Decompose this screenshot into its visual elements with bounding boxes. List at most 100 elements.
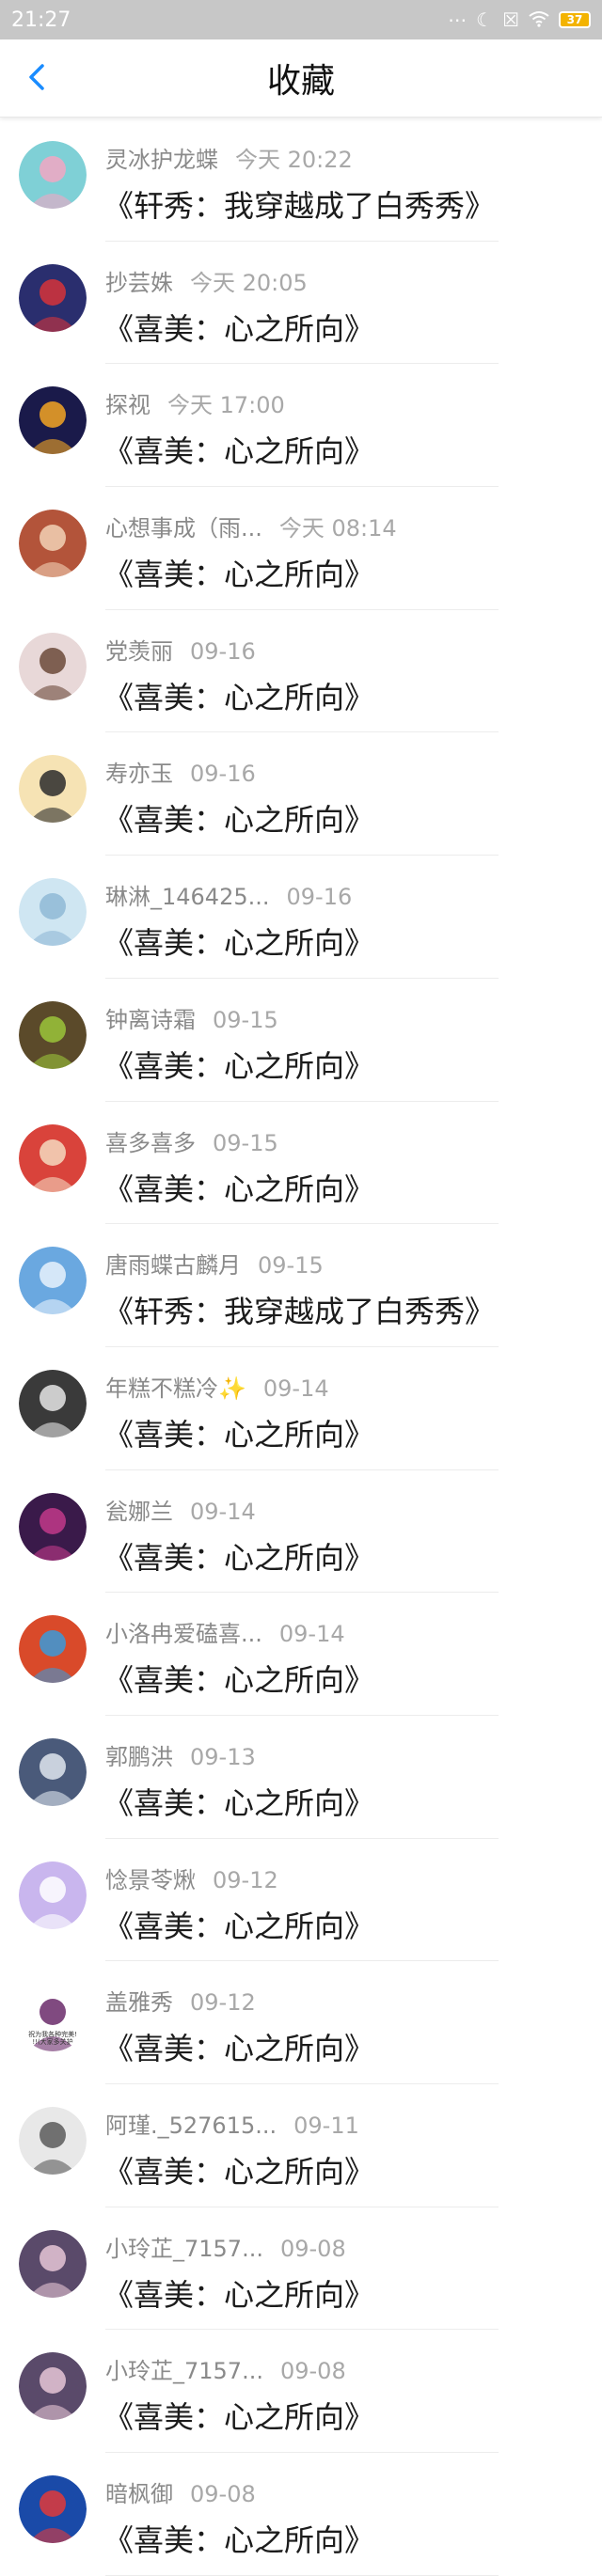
item-meta: 小玲芷_7157... 09-08 [105,2230,346,2263]
book-title[interactable]: 《喜美：心之所向》 [103,2517,374,2560]
user-name[interactable]: 党羡丽 [105,633,173,666]
timestamp: 09-16 [190,637,256,665]
user-name[interactable]: 唐雨蝶古麟月 [105,1247,241,1280]
book-title[interactable]: 《喜美：心之所向》 [103,2148,374,2191]
avatar[interactable] [19,2229,87,2298]
list-item[interactable]: 祝为我各种完美! !!(大家多关护 盖雅秀 09-12 《喜美：心之所向》 [0,1961,602,2084]
avatar[interactable] [19,1615,87,1684]
back-button[interactable] [17,56,58,98]
user-name[interactable]: 盖雅秀 [105,1984,173,2017]
avatar[interactable] [19,1492,87,1561]
user-name[interactable]: 郭鹏洪 [105,1738,173,1771]
book-title[interactable]: 《喜美：心之所向》 [103,306,374,349]
book-title[interactable]: 《喜美：心之所向》 [103,796,374,840]
user-name[interactable]: 惗景苓煍 [105,1861,196,1894]
user-name[interactable]: 暗枫御 [105,2475,173,2508]
list-item[interactable]: 唐雨蝶古麟月 09-15 《轩秀：我穿越成了白秀秀》 [0,1224,602,1347]
timestamp: 09-15 [213,1006,278,1033]
list-item[interactable]: 惗景苓煍 09-12 《喜美：心之所向》 [0,1839,602,1962]
book-title[interactable]: 《喜美：心之所向》 [103,2271,374,2315]
book-title[interactable]: 《喜美：心之所向》 [103,1534,374,1578]
timestamp: 09-14 [262,1374,329,1402]
list-item[interactable]: 灵冰护龙蝶 今天 20:22 《轩秀：我穿越成了白秀秀》 [0,118,602,242]
list-item[interactable]: 寿亦玉 09-16 《喜美：心之所向》 [0,732,602,856]
user-name[interactable]: 钟离诗霜 [105,1001,196,1034]
book-title[interactable]: 《喜美：心之所向》 [103,1780,374,1823]
book-title[interactable]: 《喜美：心之所向》 [103,1166,374,1209]
timestamp: 09-11 [293,2113,359,2139]
user-name[interactable]: 瓮娜兰 [105,1493,173,1526]
list-item[interactable]: 暗枫御 09-08 《喜美：心之所向》 [0,2453,602,2576]
list-item[interactable]: 小玲芷_7157... 09-08 《喜美：心之所向》 [0,2330,602,2454]
item-meta: 暗枫御 09-08 [105,2475,256,2508]
user-name[interactable]: 抄芸姝 [105,264,173,297]
book-title[interactable]: 《喜美：心之所向》 [103,1411,374,1454]
avatar[interactable] [19,632,87,700]
avatar[interactable] [19,755,87,824]
book-title[interactable]: 《喜美：心之所向》 [103,674,374,717]
list-item[interactable]: 抄芸姝 今天 20:05 《喜美：心之所向》 [0,242,602,365]
book-title[interactable]: 《喜美：心之所向》 [103,428,374,471]
battery-icon: 37 [559,11,591,28]
user-name[interactable]: 喜多喜多 [105,1124,196,1157]
avatar[interactable] [19,1861,87,1929]
avatar[interactable] [19,878,87,947]
book-title[interactable]: 《喜美：心之所向》 [103,1903,374,1946]
user-name[interactable]: 探视 [105,386,150,419]
list-item[interactable]: 心想事成（雨... 今天 08:14 《喜美：心之所向》 [0,487,602,610]
list-item[interactable]: 党羡丽 09-16 《喜美：心之所向》 [0,610,602,733]
timestamp: 09-13 [190,1743,256,1770]
avatar[interactable] [19,2475,87,2544]
user-name[interactable]: 年糕不糕冷✨ [105,1370,246,1403]
avatar[interactable] [19,2352,87,2421]
user-name[interactable]: 灵冰护龙蝶 [105,141,218,174]
avatar[interactable] [19,141,87,209]
avatar[interactable] [19,263,87,332]
user-name[interactable]: 小玲芷_7157... [105,2352,263,2385]
list-item[interactable]: 小玲芷_7157... 09-08 《喜美：心之所向》 [0,2207,602,2331]
list-item[interactable]: 探视 今天 17:00 《喜美：心之所向》 [0,364,602,488]
item-meta: 探视 今天 17:00 [105,386,285,419]
user-name[interactable]: 寿亦玉 [105,755,173,788]
user-name[interactable]: 心想事成（雨... [105,510,262,542]
list-item[interactable]: 喜多喜多 09-15 《喜美：心之所向》 [0,1102,602,1225]
item-meta: 琳淋_146425... 09-16 [105,878,352,911]
book-title[interactable]: 《轩秀：我穿越成了白秀秀》 [103,1288,495,1331]
item-meta: 年糕不糕冷✨ 09-14 [105,1370,329,1403]
avatar[interactable] [19,1123,87,1192]
avatar[interactable]: 祝为我各种完美! !!(大家多关护 [19,1984,87,2052]
user-name[interactable]: 小玲芷_7157... [105,2230,263,2263]
book-title[interactable]: 《喜美：心之所向》 [103,2394,374,2437]
list-item[interactable]: 瓮娜兰 09-14 《喜美：心之所向》 [0,1470,602,1594]
avatar[interactable] [19,2107,87,2175]
chevron-left-icon [29,64,44,90]
avatar[interactable] [19,386,87,455]
avatar[interactable] [19,1247,87,1315]
timestamp: 09-08 [190,2481,256,2508]
list-item[interactable]: 阿瑾._527615... 09-11 《喜美：心之所向》 [0,2084,602,2207]
book-title[interactable]: 《喜美：心之所向》 [103,2025,374,2068]
timestamp: 09-16 [190,761,256,788]
list-item[interactable]: 小洛冉爱磕喜... 09-14 《喜美：心之所向》 [0,1593,602,1716]
item-meta: 小玲芷_7157... 09-08 [105,2352,346,2385]
user-name[interactable]: 琳淋_146425... [105,878,270,911]
book-title[interactable]: 《喜美：心之所向》 [103,919,374,963]
list-item[interactable]: 年糕不糕冷✨ 09-14 《喜美：心之所向》 [0,1347,602,1470]
avatar[interactable] [19,1737,87,1806]
avatar[interactable] [19,1000,87,1069]
user-name[interactable]: 小洛冉爱磕喜... [105,1615,262,1648]
item-meta: 惗景苓煍 09-12 [105,1861,278,1894]
list-item[interactable]: 钟离诗霜 09-15 《喜美：心之所向》 [0,979,602,1102]
item-meta: 党羡丽 09-16 [105,633,256,666]
book-title[interactable]: 《喜美：心之所向》 [103,1657,374,1700]
avatar[interactable] [19,1369,87,1437]
item-meta: 寿亦玉 09-16 [105,755,256,788]
timestamp: 09-08 [279,2235,346,2262]
list-item[interactable]: 琳淋_146425... 09-16 《喜美：心之所向》 [0,856,602,979]
list-item[interactable]: 郭鹏洪 09-13 《喜美：心之所向》 [0,1716,602,1839]
avatar[interactable] [19,510,87,578]
book-title[interactable]: 《轩秀：我穿越成了白秀秀》 [103,182,495,226]
book-title[interactable]: 《喜美：心之所向》 [103,551,374,594]
user-name[interactable]: 阿瑾._527615... [105,2107,277,2140]
book-title[interactable]: 《喜美：心之所向》 [103,1043,374,1086]
